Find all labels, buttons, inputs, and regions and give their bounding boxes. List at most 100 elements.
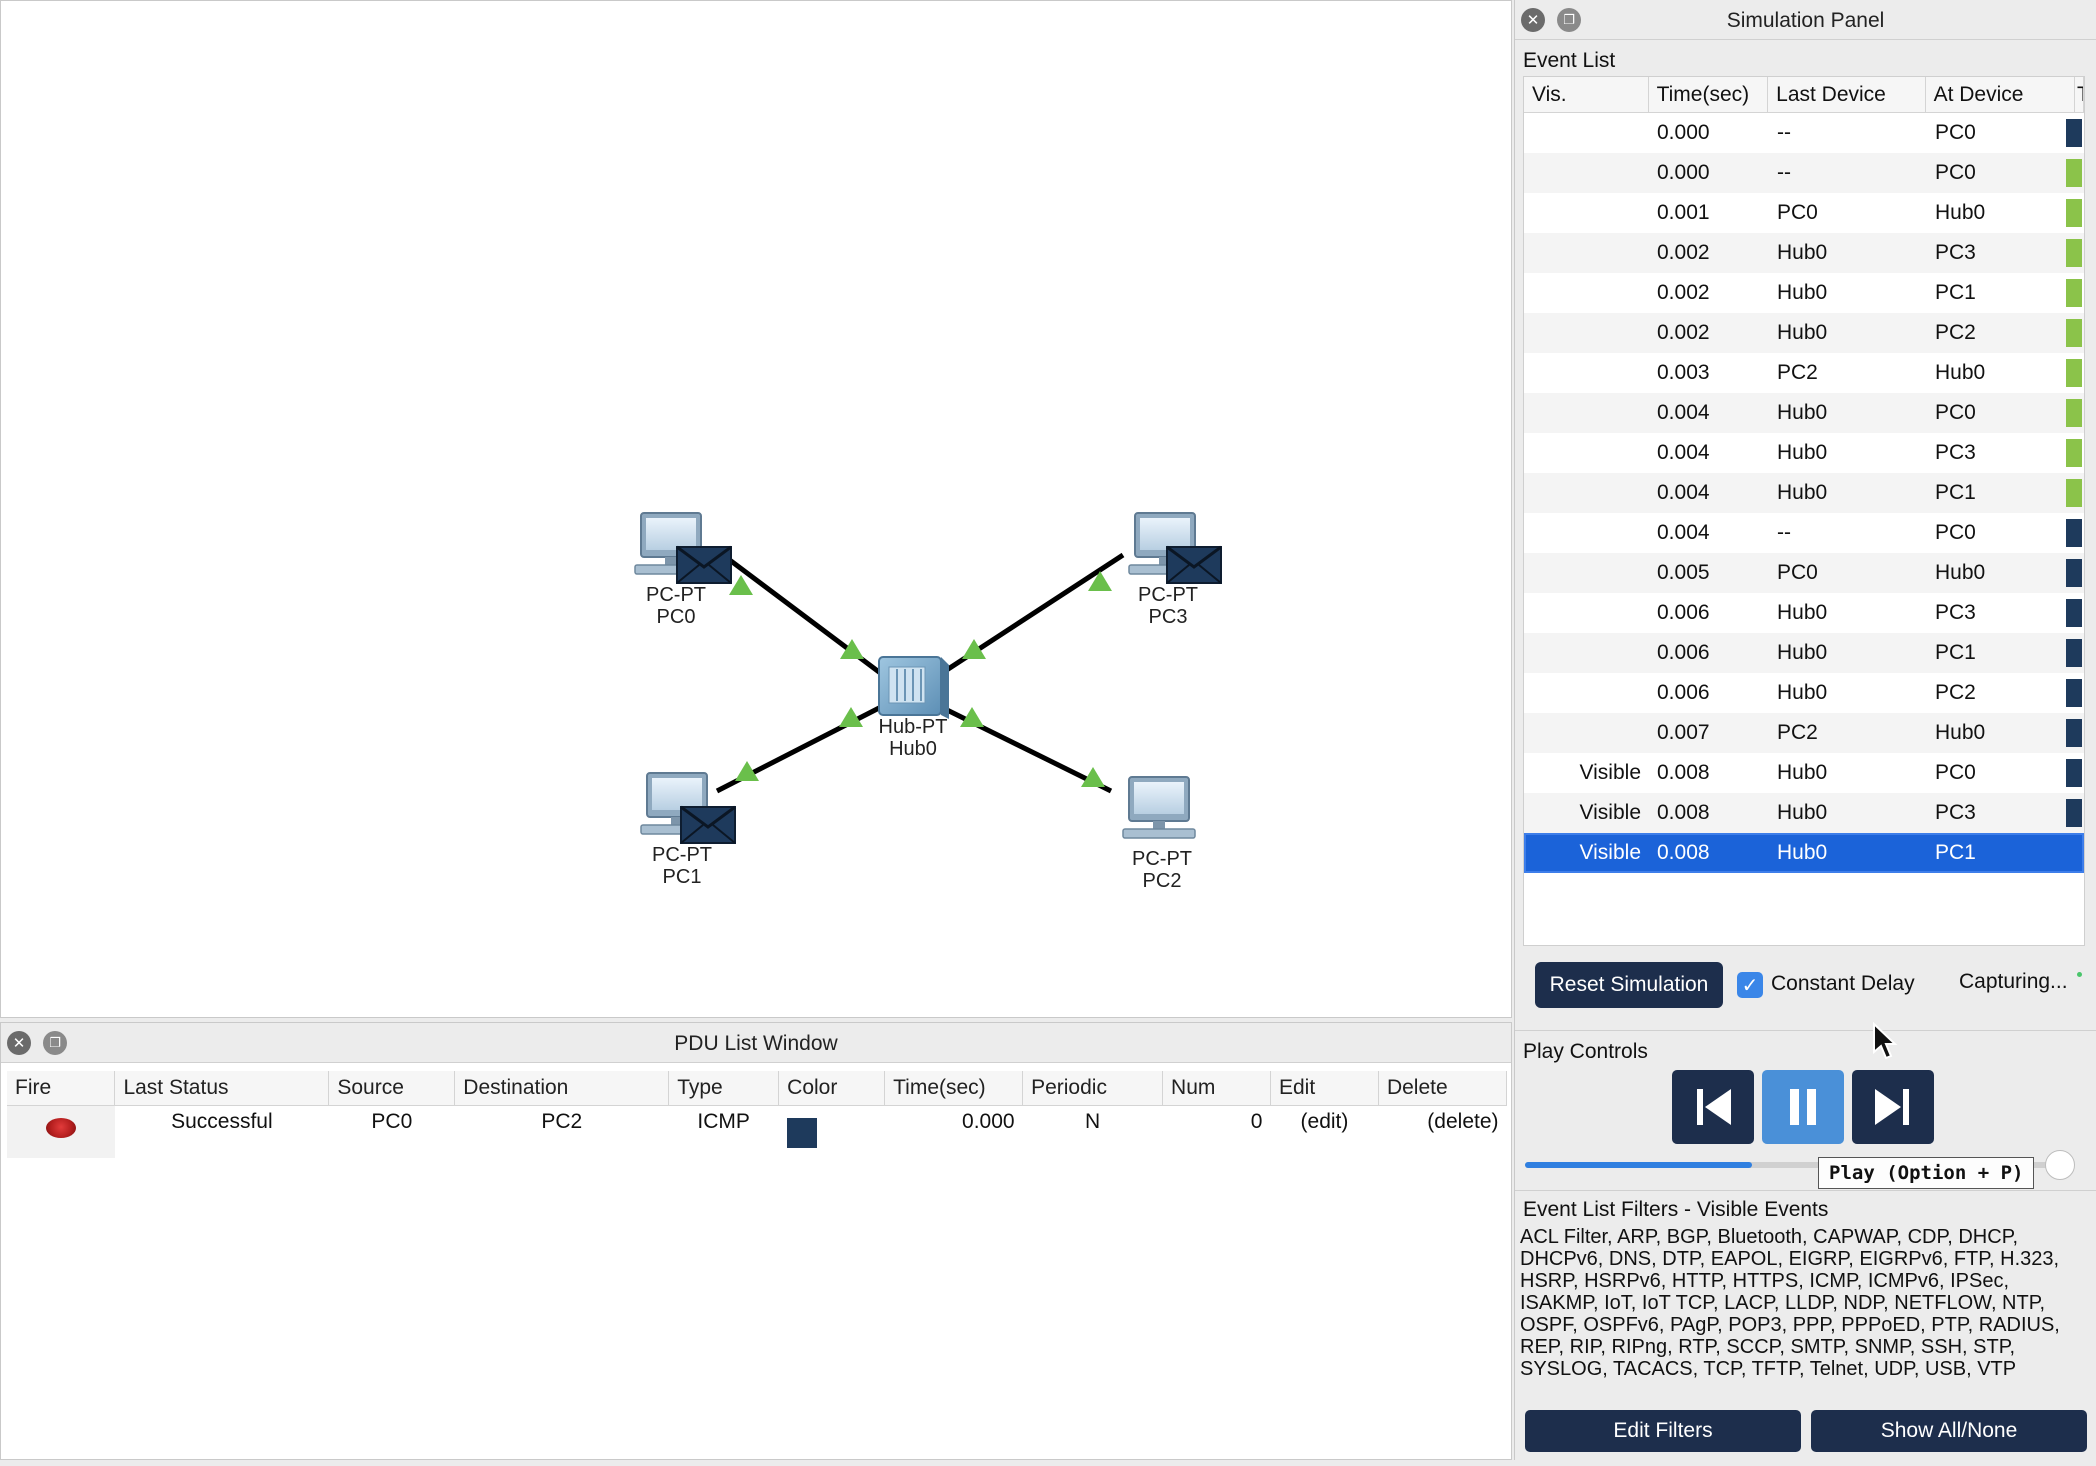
event-time: 0.008: [1657, 801, 1710, 824]
event-row[interactable]: 0.006 Hub0 PC2: [1524, 673, 2084, 713]
event-type-color: [2066, 159, 2082, 187]
event-type-color: [2066, 759, 2082, 787]
col-delete[interactable]: Delete: [1378, 1071, 1508, 1106]
event-row[interactable]: 0.002 Hub0 PC3: [1524, 233, 2084, 273]
event-list[interactable]: Vis. Time(sec) Last Device At Device T 0…: [1523, 76, 2085, 946]
event-at-device: PC0: [1935, 121, 1976, 144]
sim-panel-title: Simulation Panel: [1726, 9, 1885, 32]
event-type-color: [2066, 559, 2082, 587]
event-last-device: Hub0: [1777, 481, 1828, 504]
col-vis[interactable]: Vis.: [1524, 77, 1649, 112]
event-vis: Visible: [1579, 801, 1641, 824]
event-row[interactable]: 0.002 Hub0 PC1: [1524, 273, 2084, 313]
event-row[interactable]: 0.004 Hub0 PC0: [1524, 393, 2084, 433]
col-last-status[interactable]: Last Status: [114, 1071, 330, 1106]
col-time[interactable]: Time(sec): [1649, 77, 1769, 112]
fire-cell[interactable]: [7, 1105, 115, 1158]
event-at-device: Hub0: [1935, 361, 1986, 384]
capturing-status: Capturing...: [1959, 970, 2068, 993]
event-last-device: PC2: [1777, 721, 1818, 744]
back-button[interactable]: [1672, 1070, 1754, 1144]
event-type-color: [2066, 439, 2082, 467]
forward-button[interactable]: [1852, 1070, 1934, 1144]
col-last-device[interactable]: Last Device: [1768, 77, 1926, 112]
divider: [1515, 1190, 2096, 1191]
event-time: 0.004: [1657, 441, 1710, 464]
topology-canvas[interactable]: [1, 1, 1513, 1019]
event-last-device: Hub0: [1777, 401, 1828, 424]
fire-icon[interactable]: [45, 1118, 76, 1138]
event-row[interactable]: 0.007 PC2 Hub0: [1524, 713, 2084, 753]
col-edit[interactable]: Edit: [1270, 1071, 1379, 1106]
event-last-device: Hub0: [1777, 321, 1828, 344]
event-row[interactable]: 0.006 Hub0 PC3: [1524, 593, 2084, 633]
event-last-device: --: [1777, 161, 1791, 184]
delete-link[interactable]: (delete): [1378, 1106, 1506, 1159]
event-row[interactable]: 0.006 Hub0 PC1: [1524, 633, 2084, 673]
col-source[interactable]: Source: [328, 1071, 456, 1106]
edit-filters-button[interactable]: Edit Filters: [1525, 1410, 1801, 1452]
color-swatch: [786, 1118, 817, 1148]
event-last-device: Hub0: [1777, 841, 1828, 864]
event-row[interactable]: 0.004 -- PC0: [1524, 513, 2084, 553]
col-color[interactable]: Color: [778, 1071, 886, 1106]
pc2-device[interactable]: [1122, 776, 1196, 839]
event-list-label: Event List: [1523, 49, 1616, 72]
pdu-table-header: Fire Last Status Source Destination Type…: [7, 1071, 1508, 1106]
event-row[interactable]: 0.004 Hub0 PC3: [1524, 433, 2084, 473]
event-time: 0.004: [1657, 521, 1710, 544]
event-type-color: [2066, 719, 2082, 747]
col-type[interactable]: Type: [668, 1071, 780, 1106]
event-last-device: Hub0: [1777, 601, 1828, 624]
event-row[interactable]: 0.005 PC0 Hub0: [1524, 553, 2084, 593]
event-time: 0.005: [1657, 561, 1710, 584]
col-destination[interactable]: Destination: [454, 1071, 670, 1106]
event-last-device: --: [1777, 121, 1791, 144]
event-type-color: [2066, 359, 2082, 387]
filters-label: Event List Filters - Visible Events: [1523, 1198, 1829, 1221]
pdu-row[interactable]: Successful PC0 PC2 ICMP 0.000 N 0 (edit)…: [7, 1105, 1507, 1159]
event-row[interactable]: 0.000 -- PC0: [1524, 113, 2084, 153]
event-last-device: PC2: [1777, 361, 1818, 384]
logical-workspace[interactable]: PC-PT PC0 PC-PT PC3 Hub-PT Hub0 PC-PT PC1 PC…: [0, 0, 1512, 1018]
event-row[interactable]: 0.001 PC0 Hub0: [1524, 193, 2084, 233]
event-at-device: PC2: [1935, 321, 1976, 344]
col-num[interactable]: Num: [1162, 1071, 1271, 1106]
event-last-device: Hub0: [1777, 761, 1828, 784]
hub0-label: Hub-PT Hub0: [878, 716, 948, 760]
col-time[interactable]: Time(sec): [884, 1071, 1024, 1106]
col-type[interactable]: T: [2075, 77, 2084, 112]
event-time: 0.006: [1657, 641, 1710, 664]
col-fire[interactable]: Fire: [7, 1071, 116, 1106]
event-type-color: [2066, 679, 2082, 707]
play-tooltip: Play (Option + P): [1818, 1157, 2035, 1189]
speed-slider-knob[interactable]: [2045, 1150, 2075, 1180]
edit-link[interactable]: (edit): [1270, 1106, 1378, 1159]
col-periodic[interactable]: Periodic: [1022, 1071, 1164, 1106]
event-row[interactable]: Visible 0.008 Hub0 PC3: [1524, 793, 2084, 833]
event-row[interactable]: Visible 0.008 Hub0 PC1: [1524, 833, 2084, 873]
event-at-device: PC1: [1935, 481, 1976, 504]
event-row[interactable]: 0.004 Hub0 PC1: [1524, 473, 2084, 513]
event-rows: 0.000 -- PC0 0.000 -- PC0 0.001 PC0 Hub0 0.002 Hub…: [1524, 113, 2084, 873]
pause-button[interactable]: [1762, 1070, 1844, 1144]
event-row[interactable]: 0.003 PC2 Hub0: [1524, 353, 2084, 393]
event-time: 0.001: [1657, 201, 1710, 224]
event-row[interactable]: 0.002 Hub0 PC2: [1524, 313, 2084, 353]
event-time: 0.008: [1657, 841, 1710, 864]
capture-indicator: [2077, 972, 2082, 977]
speed-slider-fill: [1525, 1162, 1752, 1168]
hub0-device[interactable]: [878, 656, 949, 719]
col-at-device[interactable]: At Device: [1926, 77, 2076, 112]
reset-simulation-button[interactable]: Reset Simulation: [1535, 962, 1723, 1008]
constant-delay-checkbox[interactable]: ✓: [1737, 972, 1763, 998]
event-last-device: Hub0: [1777, 281, 1828, 304]
event-at-device: Hub0: [1935, 201, 1986, 224]
show-all-none-button[interactable]: Show All/None: [1811, 1410, 2087, 1452]
event-row[interactable]: Visible 0.008 Hub0 PC0: [1524, 753, 2084, 793]
event-time: 0.008: [1657, 761, 1710, 784]
event-type-color: [2066, 199, 2082, 227]
event-last-device: PC0: [1777, 561, 1818, 584]
event-last-device: Hub0: [1777, 241, 1828, 264]
event-row[interactable]: 0.000 -- PC0: [1524, 153, 2084, 193]
